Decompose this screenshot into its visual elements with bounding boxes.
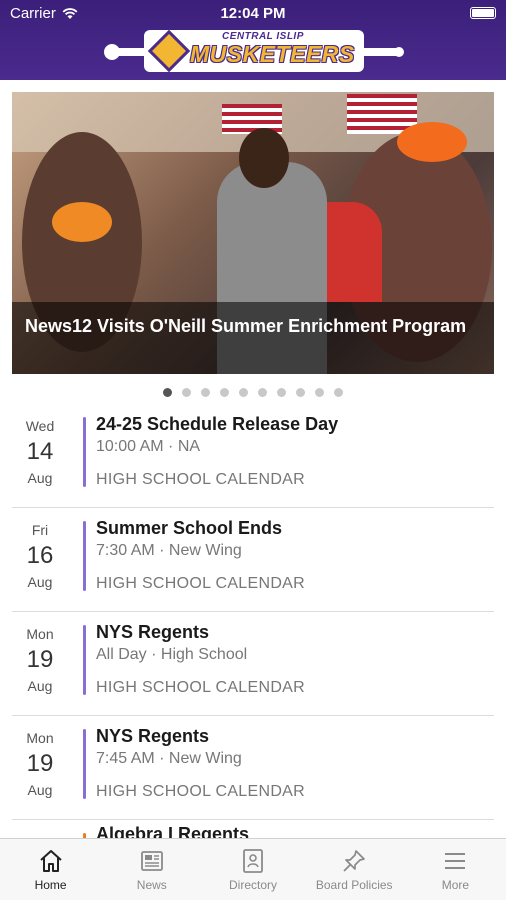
event-weekday: Wed — [25, 418, 55, 434]
event-time-location: 7:30 AM · New Wing — [96, 542, 242, 559]
event-title: 24-25 Schedule Release Day — [96, 414, 339, 434]
battery-icon — [470, 7, 496, 19]
event-row[interactable]: Mon 19 Aug NYS Regents All Day · High Sc… — [12, 612, 494, 716]
app-header: Carrier 12:04 PM CENTRAL ISLIP MUSKETEER… — [0, 0, 506, 80]
event-date: Mon 19 Aug — [12, 626, 68, 694]
tab-label: Directory — [229, 878, 278, 892]
event-day: 19 — [26, 750, 54, 777]
home-icon — [39, 850, 62, 872]
event-calendar-name: HIGH SCHOOL CALENDAR — [96, 471, 305, 488]
event-month: Aug — [27, 782, 53, 798]
logo-hilt-right — [394, 47, 404, 57]
event-row[interactable]: Mon 19 Aug NYS Regents 7:45 AM · New Win… — [12, 716, 494, 820]
hero-caption: News12 Visits O'Neill Summer Enrichment … — [12, 302, 494, 374]
page-dot[interactable] — [163, 388, 172, 397]
event-weekday: Mon — [26, 730, 54, 746]
event-row[interactable]: Fri 16 Aug Summer School Ends 7:30 AM · … — [12, 508, 494, 612]
event-time-location: 10:00 AM · NA — [96, 438, 201, 455]
carousel-page-indicator[interactable] — [0, 388, 506, 397]
event-month: Aug — [27, 574, 53, 590]
tab-board-policies[interactable]: Board Policies — [304, 839, 405, 900]
page-dot[interactable] — [277, 388, 286, 397]
tab-label: Home — [34, 878, 67, 892]
event-calendar-name: HIGH SCHOOL CALENDAR — [96, 783, 305, 800]
status-bar: Carrier 12:04 PM — [0, 0, 506, 26]
tab-label: More — [441, 878, 470, 892]
hero-title: News12 Visits O'Neill Summer Enrichment … — [25, 316, 467, 336]
event-accent-bar — [83, 625, 86, 695]
event-month: Aug — [27, 470, 53, 486]
event-day: 16 — [26, 542, 54, 569]
tab-directory[interactable]: Directory — [202, 839, 303, 900]
page-dot[interactable] — [334, 388, 343, 397]
menu-icon — [445, 853, 466, 869]
tab-home[interactable]: Home — [0, 839, 101, 900]
event-time-location: 7:45 AM · New Wing — [96, 750, 242, 767]
logo-hilt-left — [104, 44, 120, 60]
event-title: Summer School Ends — [96, 518, 283, 538]
musketeers-logo: CENTRAL ISLIP MUSKETEERS — [104, 26, 404, 76]
tab-news[interactable]: News — [101, 839, 202, 900]
logo-main-text: MUSKETEERS — [190, 41, 355, 67]
event-weekday: Mon — [26, 626, 54, 642]
tab-label: News — [136, 878, 167, 892]
event-weekday: Fri — [31, 522, 49, 538]
event-calendar-name: HIGH SCHOOL CALENDAR — [96, 575, 305, 592]
page-dot[interactable] — [315, 388, 324, 397]
page-dot[interactable] — [220, 388, 229, 397]
page-dot[interactable] — [296, 388, 305, 397]
event-row[interactable]: Wed 14 Aug 24-25 Schedule Release Day 10… — [12, 404, 494, 508]
event-accent-bar — [83, 521, 86, 591]
hero-photo-flowers-right — [397, 122, 467, 162]
event-time-location: All Day · High School — [96, 646, 248, 663]
directory-icon — [243, 849, 263, 873]
event-date: Fri 16 Aug — [12, 522, 68, 590]
bottom-tab-bar: Home News Directory Board Policies More — [0, 838, 506, 900]
event-date: Wed 14 Aug — [12, 418, 68, 486]
page-dot[interactable] — [239, 388, 248, 397]
pin-icon — [343, 850, 366, 872]
event-accent-bar — [83, 729, 86, 799]
event-calendar-name: HIGH SCHOOL CALENDAR — [96, 679, 305, 696]
event-day: 14 — [26, 438, 54, 465]
hero-photo-flowers-left — [52, 202, 112, 242]
event-month: Aug — [27, 678, 53, 694]
tab-label: Board Policies — [315, 878, 393, 892]
events-list: Wed 14 Aug 24-25 Schedule Release Day 10… — [12, 404, 494, 846]
event-title: NYS Regents — [96, 726, 210, 746]
tab-more[interactable]: More — [405, 839, 506, 900]
event-day: 19 — [26, 646, 54, 673]
event-title: NYS Regents — [96, 622, 210, 642]
hero-photo-person-head — [239, 128, 289, 188]
event-date: Mon 19 Aug — [12, 730, 68, 798]
page-dot[interactable] — [182, 388, 191, 397]
newspaper-icon — [140, 851, 163, 871]
event-accent-bar — [83, 417, 86, 487]
news-carousel-slide[interactable]: News12 Visits O'Neill Summer Enrichment … — [12, 92, 494, 374]
page-dot[interactable] — [258, 388, 267, 397]
page-dot[interactable] — [201, 388, 210, 397]
status-time: 12:04 PM — [220, 5, 286, 22]
